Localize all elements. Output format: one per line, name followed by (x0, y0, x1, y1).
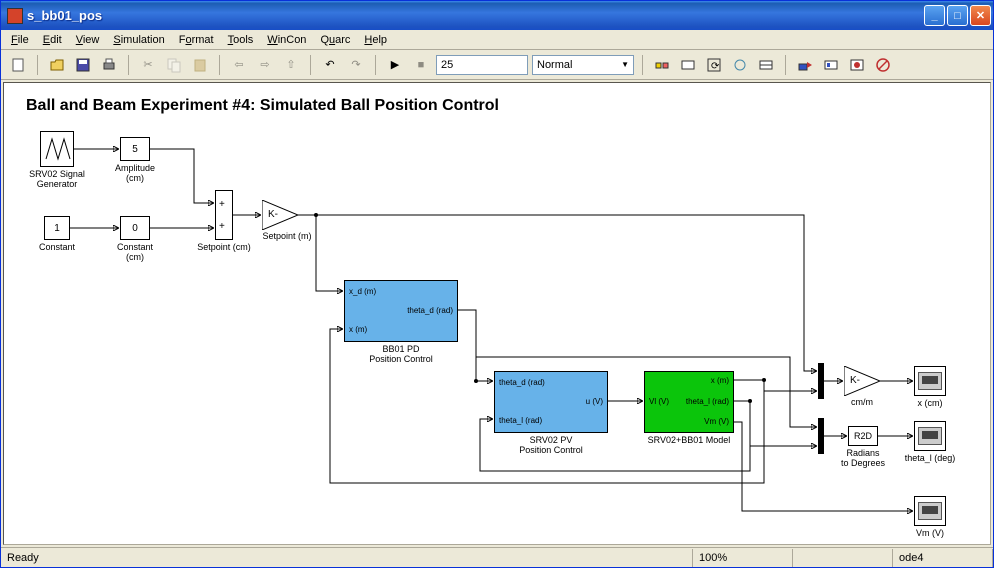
status-ready: Ready (1, 549, 693, 567)
status-zoom: 100% (693, 549, 793, 567)
new-button[interactable] (7, 54, 29, 76)
forward-button: ⇨ (254, 54, 276, 76)
toolbar-quarc2[interactable] (820, 54, 842, 76)
block-mux2[interactable] (818, 418, 824, 454)
up-button: ⇧ (280, 54, 302, 76)
label-amplitude: Amplitude(cm) (110, 164, 160, 184)
toolbar-extra5[interactable] (755, 54, 777, 76)
sim-time-input[interactable] (436, 55, 528, 75)
print-button[interactable] (98, 54, 120, 76)
chevron-down-icon: ▼ (621, 60, 629, 69)
toolbar-quarc3[interactable] (846, 54, 868, 76)
block-mux1[interactable] (818, 363, 824, 399)
paste-button (189, 54, 211, 76)
save-button[interactable] (72, 54, 94, 76)
block-r2d[interactable]: R2D (848, 426, 878, 446)
block-model[interactable]: Vl (V) x (m) theta_l (rad) Vm (V) (644, 371, 734, 433)
titlebar[interactable]: s_bb01_pos _ □ ✕ (1, 1, 993, 30)
model-canvas[interactable]: Ball and Beam Experiment #4: Simulated B… (3, 82, 991, 545)
block-gain1[interactable]: K- (268, 209, 278, 220)
toolbar-extra4[interactable] (729, 54, 751, 76)
label-gain1: Setpoint (m) (252, 232, 322, 242)
app-icon (7, 8, 23, 24)
toolbar-extra1[interactable] (651, 54, 673, 76)
block-scope-x[interactable] (914, 366, 946, 396)
stop-button: ■ (410, 54, 432, 76)
toolbar: ✂ ⇦ ⇨ ⇧ ↶ ↷ ▶ ■ Normal ▼ ⟳ (1, 50, 993, 80)
run-button[interactable]: ▶ (384, 54, 406, 76)
open-button[interactable] (46, 54, 68, 76)
block-scope-vm[interactable] (914, 496, 946, 526)
status-solver: ode4 (893, 549, 993, 567)
block-constant1[interactable]: 1 (44, 216, 70, 240)
copy-button (163, 54, 185, 76)
menu-format[interactable]: Format (173, 32, 220, 48)
toolbar-extra3[interactable]: ⟳ (703, 54, 725, 76)
label-bb01: BB01 PDPosition Control (344, 345, 458, 365)
menu-edit[interactable]: Edit (37, 32, 68, 48)
menu-help[interactable]: Help (358, 32, 393, 48)
sim-mode-label: Normal (537, 59, 572, 71)
label-scope-theta: theta_l (deg) (900, 454, 960, 464)
toolbar-quarc4[interactable] (872, 54, 894, 76)
wires (4, 83, 990, 544)
menu-wincon[interactable]: WinCon (261, 32, 312, 48)
block-srv02-pv[interactable]: theta_d (rad) theta_l (rad) u (V) (494, 371, 608, 433)
menu-file[interactable]: File (5, 32, 35, 48)
label-signal-generator: SRV02 SignalGenerator (15, 170, 99, 190)
block-scope-theta[interactable] (914, 421, 946, 451)
undo-button[interactable]: ↶ (319, 54, 341, 76)
app-window: s_bb01_pos _ □ ✕ File Edit View Simulati… (0, 0, 994, 568)
label-constant1: Constant (34, 243, 80, 253)
label-scope-vm: Vm (V) (910, 529, 950, 539)
block-gain2[interactable]: K- (850, 375, 860, 386)
redo-button: ↷ (345, 54, 367, 76)
toolbar-extra2[interactable] (677, 54, 699, 76)
menu-simulation[interactable]: Simulation (107, 32, 170, 48)
maximize-button[interactable]: □ (947, 5, 968, 26)
back-button: ⇦ (228, 54, 250, 76)
label-model: SRV02+BB01 Model (636, 436, 742, 446)
label-sum: Setpoint (cm) (184, 243, 264, 253)
label-srv02: SRV02 PVPosition Control (494, 436, 608, 456)
minimize-button[interactable]: _ (924, 5, 945, 26)
toolbar-quarc1[interactable] (794, 54, 816, 76)
status-blank (793, 549, 893, 567)
sim-mode-select[interactable]: Normal ▼ (532, 55, 634, 75)
menubar: File Edit View Simulation Format Tools W… (1, 30, 993, 50)
block-amplitude[interactable]: 5 (120, 137, 150, 161)
window-title: s_bb01_pos (27, 8, 924, 23)
svg-text:⟳: ⟳ (711, 61, 720, 72)
label-gain2: cm/m (842, 398, 882, 408)
label-scope-x: x (cm) (908, 399, 952, 409)
menu-quarc[interactable]: Quarc (314, 32, 356, 48)
label-r2d: Radiansto Degrees (834, 449, 892, 469)
block-sum[interactable]: + + (215, 190, 233, 240)
diagram-title: Ball and Beam Experiment #4: Simulated B… (26, 97, 499, 115)
label-constant2: Constant(cm) (110, 243, 160, 263)
block-signal-generator[interactable] (40, 131, 74, 167)
cut-button: ✂ (137, 54, 159, 76)
block-bb01-pd[interactable]: x_d (m) x (m) theta_d (rad) (344, 280, 458, 342)
menu-view[interactable]: View (70, 32, 106, 48)
close-button[interactable]: ✕ (970, 5, 991, 26)
block-constant2[interactable]: 0 (120, 216, 150, 240)
statusbar: Ready 100% ode4 (1, 547, 993, 567)
menu-tools[interactable]: Tools (222, 32, 260, 48)
